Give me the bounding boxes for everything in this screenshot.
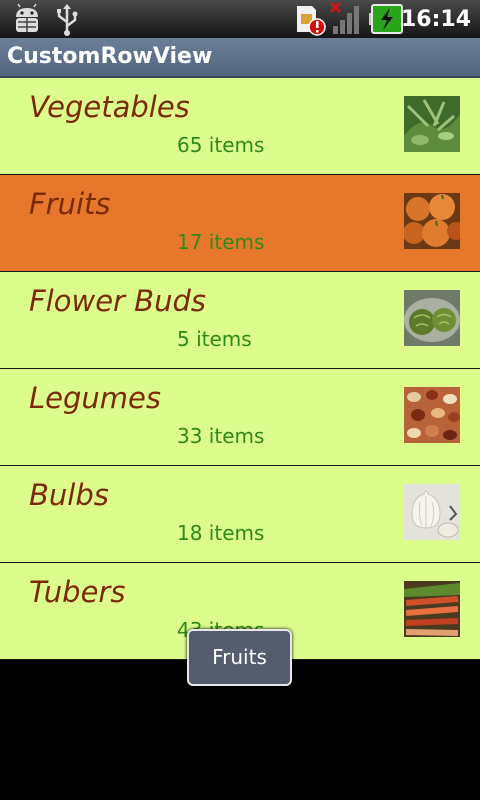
item-name: Bulbs xyxy=(29,478,109,512)
vegetables-thumbnail xyxy=(404,96,460,152)
battery-charging-icon xyxy=(369,4,403,34)
debug-icon xyxy=(16,3,38,32)
app-title: CustomRowView xyxy=(7,44,213,69)
legumes-thumbnail xyxy=(404,387,460,443)
usb-icon xyxy=(57,4,78,36)
item-name: Fruits xyxy=(29,187,111,221)
bulbs-thumbnail xyxy=(404,484,460,540)
tubers-thumbnail xyxy=(404,581,460,637)
item-count: 5 items xyxy=(177,327,252,351)
toast-message: Fruits xyxy=(187,629,292,686)
item-count: 17 items xyxy=(177,230,265,254)
item-name: Flower Buds xyxy=(29,284,206,318)
signal-icon xyxy=(330,2,359,34)
flower-buds-thumbnail xyxy=(404,290,460,346)
list-item-vegetables[interactable]: Vegetables 65 items xyxy=(0,78,480,175)
status-bar: 16:14 xyxy=(0,0,480,38)
clock: 16:14 xyxy=(400,7,471,32)
item-name: Vegetables xyxy=(29,90,190,124)
sim-alert-icon xyxy=(297,6,326,36)
list-item-fruits[interactable]: Fruits 17 items xyxy=(0,175,480,272)
item-count: 33 items xyxy=(177,424,265,448)
item-count: 65 items xyxy=(177,133,265,157)
item-name: Legumes xyxy=(29,381,161,415)
item-name: Tubers xyxy=(29,575,126,609)
list-item-bulbs[interactable]: Bulbs 18 items xyxy=(0,466,480,563)
fruits-thumbnail xyxy=(404,193,460,249)
app-title-bar: CustomRowView xyxy=(0,38,480,78)
category-list: Vegetables 65 items Fruits 17 items Flow… xyxy=(0,78,480,660)
list-item-legumes[interactable]: Legumes 33 items xyxy=(0,369,480,466)
item-count: 18 items xyxy=(177,521,265,545)
list-item-flower-buds[interactable]: Flower Buds 5 items xyxy=(0,272,480,369)
